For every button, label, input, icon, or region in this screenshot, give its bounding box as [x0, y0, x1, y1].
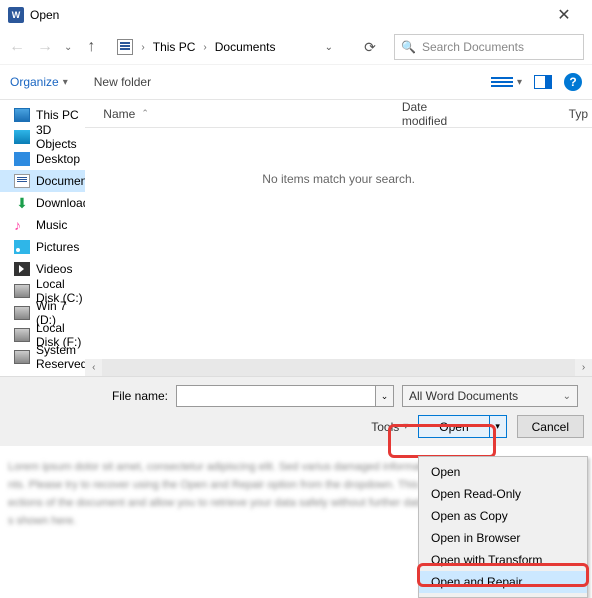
i-disk-icon	[14, 284, 30, 298]
list-view-icon	[491, 73, 513, 91]
window-title: Open	[30, 8, 544, 22]
up-icon[interactable]: ↑	[82, 38, 100, 56]
tree-item-label: System Reserved	[36, 343, 85, 371]
breadcrumb-root[interactable]: This PC	[153, 40, 196, 54]
menu-item[interactable]: Open as Copy	[419, 505, 587, 527]
tree-item-label: Desktop	[36, 152, 80, 166]
i-pic-icon	[14, 240, 30, 254]
menu-item[interactable]: Open with Transform	[419, 549, 587, 571]
search-icon: 🔍	[401, 40, 416, 54]
refresh-icon[interactable]: ⟳	[356, 39, 384, 56]
filename-input[interactable]	[176, 385, 376, 407]
word-app-icon: W	[8, 7, 24, 23]
scroll-track[interactable]	[102, 359, 575, 376]
i-desk-icon	[14, 152, 30, 166]
open-dropdown-menu[interactable]: OpenOpen Read-OnlyOpen as CopyOpen in Br…	[418, 456, 588, 598]
i-3d-icon	[14, 130, 30, 144]
i-mus-icon: ♪	[14, 218, 30, 232]
tree-item[interactable]: System Reserved⌄	[0, 346, 85, 368]
empty-message: No items match your search.	[85, 172, 592, 186]
menu-item[interactable]: Open in Browser	[419, 527, 587, 549]
breadcrumb-folder[interactable]: Documents	[215, 40, 276, 54]
chevron-right-icon: ›	[203, 42, 206, 53]
back-icon: ←	[8, 38, 26, 56]
organize-button[interactable]: Organize ▾	[10, 75, 68, 89]
tree-item[interactable]: ⬇ Downloads	[0, 192, 85, 214]
tree-item[interactable]: 3D Objects	[0, 126, 85, 148]
search-input[interactable]: 🔍 Search Documents	[394, 34, 584, 60]
column-headers[interactable]: Name ⌃ Date modified Typ	[85, 100, 592, 128]
filename-label: File name:	[8, 389, 168, 403]
chevron-right-icon: ›	[141, 42, 144, 53]
tree-item[interactable]: Desktop	[0, 148, 85, 170]
tree-item[interactable]: Documents	[0, 170, 85, 192]
filename-dropdown-icon[interactable]: ⌄	[376, 385, 394, 407]
column-name[interactable]: Name	[103, 107, 135, 121]
preview-pane-icon[interactable]	[534, 75, 552, 89]
column-type[interactable]: Typ	[569, 107, 588, 121]
location-icon	[117, 39, 133, 55]
i-dl-icon: ⬇	[14, 196, 30, 210]
open-split-button[interactable]: Open ▾	[418, 415, 506, 438]
tree-item-label: 3D Objects	[36, 123, 85, 151]
chevron-down-icon: ▾	[63, 77, 68, 88]
i-disk-icon	[14, 306, 30, 320]
tree-item-label: Pictures	[36, 240, 79, 254]
tools-button[interactable]: Tools ▾	[371, 420, 408, 434]
chevron-down-icon: ▾	[517, 77, 522, 88]
scroll-left-icon[interactable]: ‹	[85, 359, 102, 376]
i-disk-icon	[14, 328, 30, 342]
breadcrumb[interactable]: › This PC › Documents ⌄	[110, 34, 346, 60]
forward-icon: →	[36, 38, 54, 56]
open-dropdown-icon[interactable]: ▾	[490, 416, 506, 437]
scroll-right-icon[interactable]: ›	[575, 359, 592, 376]
i-pc-icon	[14, 108, 30, 122]
help-icon[interactable]: ?	[564, 73, 582, 91]
tree-item[interactable]: Pictures	[0, 236, 85, 258]
horizontal-scrollbar[interactable]: ‹ ›	[85, 359, 592, 376]
tree-item-label: Videos	[36, 262, 72, 276]
tree-item-label: Music	[36, 218, 67, 232]
menu-item[interactable]: Open and Repair	[419, 571, 587, 593]
tree-item[interactable]: ♪ Music	[0, 214, 85, 236]
file-list-pane: Name ⌃ Date modified Typ No items match y…	[85, 100, 592, 376]
chevron-down-icon: ⌄	[563, 391, 571, 402]
file-type-filter[interactable]: All Word Documents ⌄	[402, 385, 578, 407]
tree-item-label: Downloads	[36, 196, 85, 210]
folder-tree[interactable]: This PC3D ObjectsDesktop Documents ⬇ Downlo…	[0, 100, 85, 376]
breadcrumb-expand-icon[interactable]: ⌄	[325, 42, 333, 53]
tree-item-label: Documents	[36, 174, 85, 188]
tree-item-label: This PC	[36, 108, 79, 122]
search-placeholder: Search Documents	[422, 40, 524, 54]
view-options-button[interactable]: ▾	[491, 73, 522, 91]
new-folder-button[interactable]: New folder	[94, 75, 151, 89]
history-chevron-icon[interactable]: ⌄	[64, 42, 72, 53]
open-button[interactable]: Open	[419, 416, 489, 437]
menu-item[interactable]: Open	[419, 461, 587, 483]
sort-caret-icon: ⌃	[141, 108, 149, 119]
cancel-button[interactable]: Cancel	[517, 415, 584, 438]
i-disk-icon	[14, 350, 30, 364]
menu-item[interactable]: Open Read-Only	[419, 483, 587, 505]
i-doc-icon	[14, 174, 30, 188]
chevron-down-icon: ▾	[403, 421, 408, 432]
column-date[interactable]: Date modified	[402, 100, 469, 128]
close-icon[interactable]: ✕	[544, 5, 584, 25]
i-vid-icon	[14, 262, 30, 276]
